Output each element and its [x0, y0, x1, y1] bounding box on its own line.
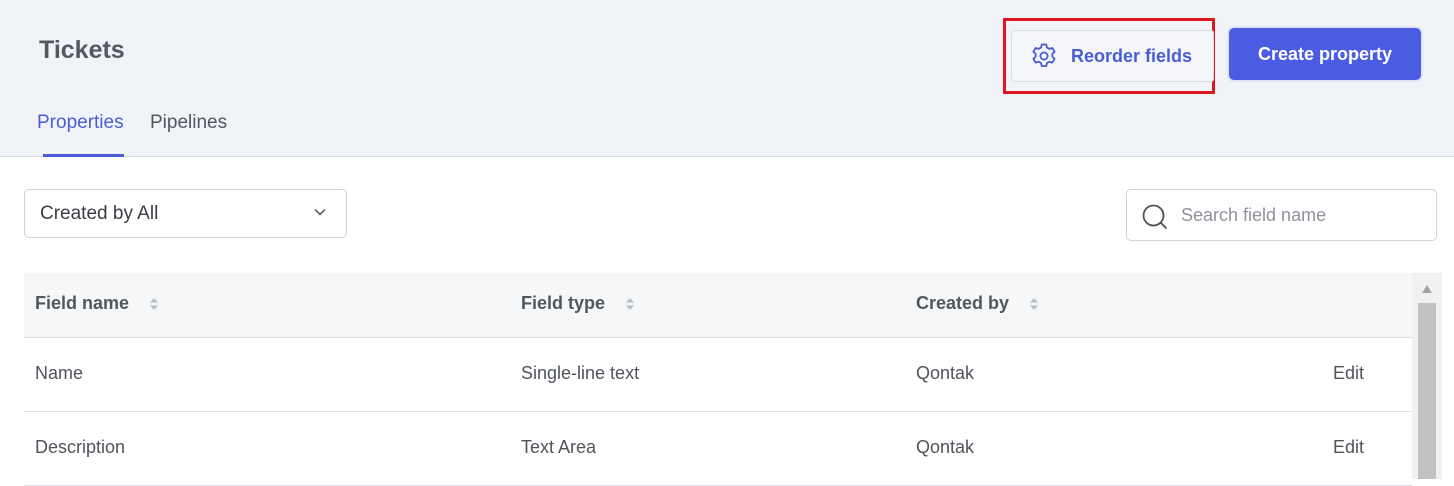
create-property-button[interactable]: Create property — [1229, 28, 1421, 80]
column-header-field-type[interactable]: Field type — [521, 293, 635, 314]
edit-link[interactable]: Edit — [1333, 437, 1364, 458]
page-header: Tickets Reorder fields Create property P… — [0, 0, 1454, 157]
reorder-fields-label: Reorder fields — [1071, 45, 1193, 66]
search-field — [1126, 189, 1437, 241]
table-header: Field name Field type Created by — [24, 273, 1412, 338]
column-header-label: Field name — [35, 293, 130, 313]
created-by-filter-value: Created by All — [40, 202, 159, 224]
created-by-cell: Qontak — [916, 363, 975, 383]
scroll-up-arrow-icon[interactable] — [1421, 281, 1433, 293]
active-tab-indicator — [43, 154, 124, 157]
tab-properties[interactable]: Properties — [37, 112, 124, 134]
edit-link[interactable]: Edit — [1333, 363, 1364, 384]
reorder-fields-button[interactable]: Reorder fields — [1011, 30, 1214, 82]
table-row: Description Text Area Qontak Edit — [24, 412, 1412, 486]
scrollbar-thumb[interactable] — [1418, 303, 1436, 479]
field-type-cell: Text Area — [521, 437, 597, 457]
tab-pipelines[interactable]: Pipelines — [150, 112, 227, 134]
page-title: Tickets — [39, 36, 125, 64]
created-by-cell: Qontak — [916, 437, 975, 457]
table-row: Name Single-line text Qontak Edit — [24, 338, 1412, 412]
properties-table: Field name Field type Created by Name Si… — [24, 273, 1412, 486]
field-name-cell: Name — [35, 363, 84, 383]
reorder-highlight-box: Reorder fields — [1003, 18, 1215, 94]
gear-icon — [1029, 41, 1059, 71]
field-type-cell: Single-line text — [521, 363, 640, 383]
chevron-down-icon — [312, 204, 328, 220]
sort-icon[interactable] — [149, 297, 159, 311]
column-header-field-name[interactable]: Field name — [35, 293, 159, 314]
search-icon — [1141, 203, 1169, 231]
column-header-label: Created by — [916, 293, 1010, 313]
sort-icon[interactable] — [1029, 297, 1039, 311]
sort-icon[interactable] — [625, 297, 635, 311]
search-input[interactable] — [1181, 200, 1421, 230]
column-header-created-by[interactable]: Created by — [916, 293, 1039, 314]
column-header-label: Field type — [521, 293, 606, 313]
created-by-filter-select[interactable]: Created by All — [24, 189, 347, 238]
vertical-scrollbar[interactable] — [1412, 273, 1442, 479]
field-name-cell: Description — [35, 437, 126, 457]
